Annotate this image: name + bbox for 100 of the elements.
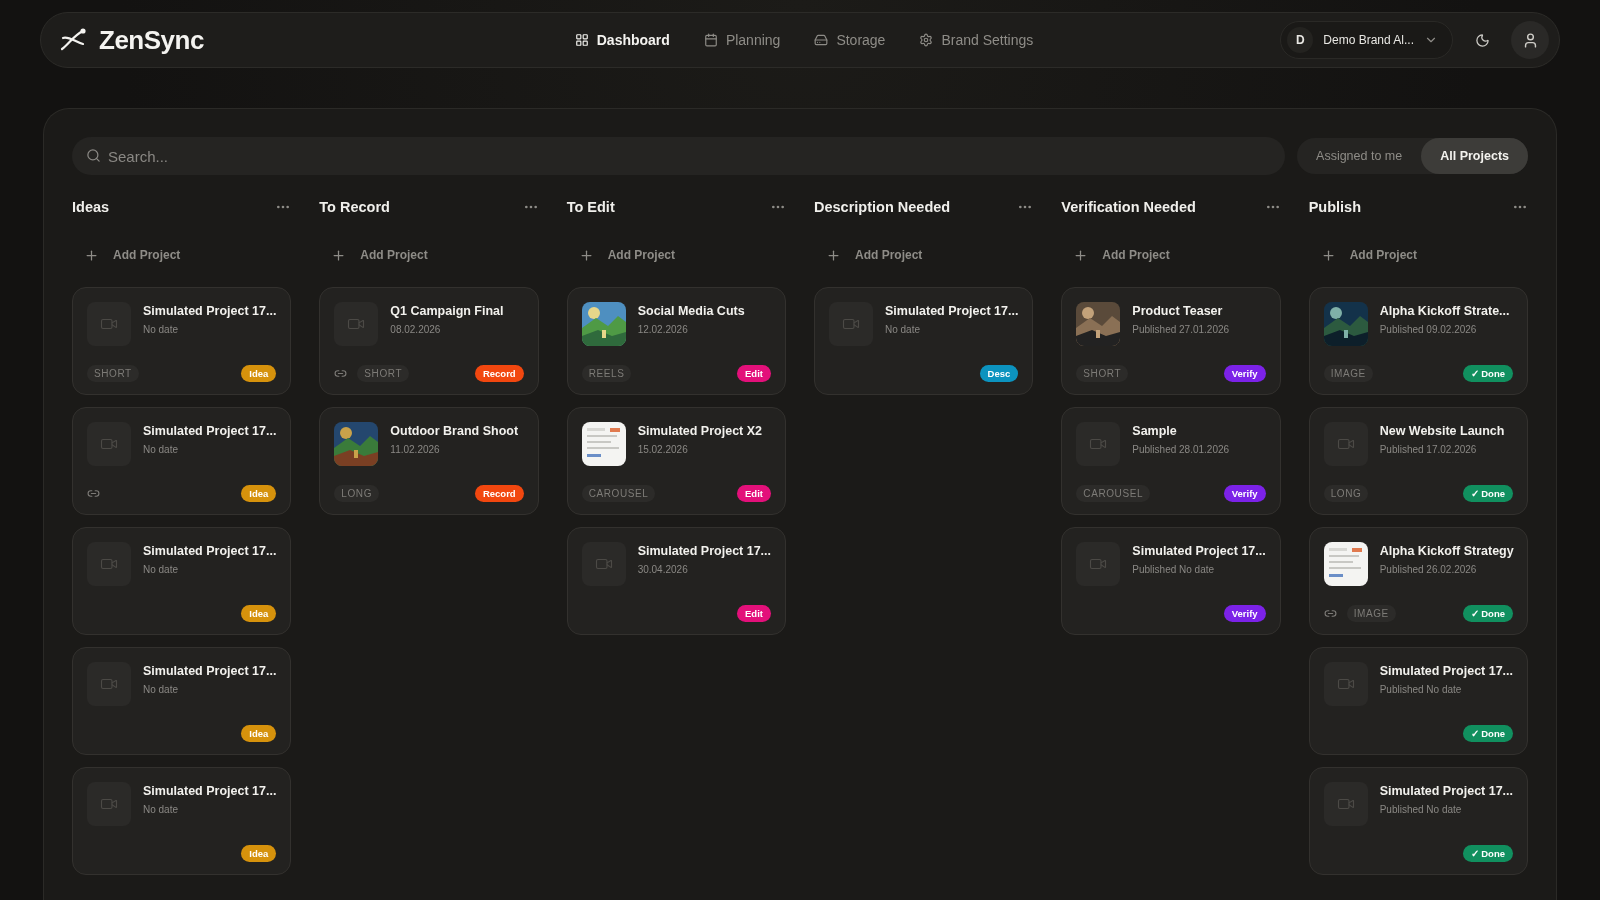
project-title: Sample <box>1132 424 1178 438</box>
status-badge: Idea <box>241 604 277 622</box>
project-card[interactable]: Sample Published 28.01.2026 CAROUSEL Verify <box>1061 407 1281 515</box>
project-date: Published 17.02.2026 <box>1379 444 1478 455</box>
project-card[interactable]: Product Teaser Published 27.01.2026 SHORT Verify <box>1061 287 1281 395</box>
drive-icon <box>814 33 829 47</box>
settings-icon <box>919 33 934 47</box>
project-date: 08.02.2026 <box>390 324 442 335</box>
project-card[interactable]: Simulated Project 17... No date Desc <box>814 287 1034 395</box>
project-title: Product Teaser <box>1132 304 1224 318</box>
add-project-button[interactable]: Add Project <box>319 235 440 275</box>
format-tag: SHORT <box>87 364 139 382</box>
format-tag: IMAGE <box>1346 604 1396 622</box>
project-date: No date <box>143 684 180 695</box>
status-badge: Verify <box>1223 484 1266 502</box>
plus-icon <box>84 247 99 263</box>
project-date: 30.04.2026 <box>637 564 689 575</box>
project-date: Published No date <box>1132 564 1216 575</box>
format-tag: LONG <box>334 484 380 502</box>
project-title: Alpha Kickoff Strategy <box>1379 544 1513 558</box>
project-title: Simulated Project 17... <box>143 544 277 558</box>
project-title: Simulated Project 17... <box>637 544 771 558</box>
format-tag: CAROUSEL <box>1076 484 1151 502</box>
logo-icon <box>59 28 87 52</box>
format-tag: LONG <box>1323 484 1369 502</box>
nav-tab[interactable]: Storage <box>814 32 886 48</box>
project-title: Simulated Project 17... <box>143 304 277 318</box>
status-badge: Record <box>474 484 524 502</box>
project-card[interactable]: Simulated Project 17... Published No date ✓ Done <box>1308 647 1528 755</box>
project-title: Simulated Project 17... <box>143 784 277 798</box>
nav-tab[interactable]: Planning <box>703 32 781 48</box>
project-card[interactable]: Social Media Cuts 12.02.2026 REELS Edit <box>566 287 786 395</box>
project-date: Published 26.02.2026 <box>1379 564 1478 575</box>
filter-button[interactable]: Assigned to me <box>1297 138 1422 174</box>
project-card[interactable]: Simulated Project 17... Published No date Verify <box>1061 527 1281 635</box>
project-card[interactable]: Alpha Kickoff Strategy Published 26.02.2026 IMAGE ✓ Done <box>1308 527 1528 635</box>
project-title: Simulated Project 17... <box>1132 544 1266 558</box>
add-project-button[interactable]: Add Project <box>72 235 193 275</box>
calendar-icon <box>703 33 718 47</box>
project-card[interactable]: New Website Launch Published 17.02.2026 LONG ✓ Done <box>1308 407 1528 515</box>
project-date: No date <box>143 564 180 575</box>
column-title: Verification Needed <box>1061 199 1196 215</box>
status-badge: ✓ Done <box>1462 724 1513 742</box>
project-card[interactable]: Outdoor Brand Shoot 11.02.2026 LONG Record <box>319 407 539 515</box>
format-tag: IMAGE <box>1323 364 1373 382</box>
project-date: 15.02.2026 <box>637 444 689 455</box>
project-card[interactable]: Simulated Project 17... No date Idea <box>72 527 292 635</box>
project-date: No date <box>143 324 180 335</box>
project-date: Published No date <box>1379 684 1463 695</box>
add-project-button[interactable]: Add Project <box>1308 235 1429 275</box>
project-date: Published No date <box>1379 804 1463 815</box>
project-title: Simulated Project 17... <box>1379 664 1513 678</box>
plus-icon <box>331 247 347 263</box>
profile-button[interactable] <box>1511 21 1549 59</box>
project-card[interactable]: Simulated Project 17... No date Idea <box>72 767 292 875</box>
moon-icon <box>1474 32 1490 48</box>
project-card[interactable]: Simulated Project 17... No date Idea <box>72 647 292 755</box>
add-project-button[interactable]: Add Project <box>1061 235 1182 275</box>
brand-avatar: D <box>1287 27 1314 53</box>
project-card[interactable]: Simulated Project 17... No date Idea <box>72 407 292 515</box>
project-title: Simulated Project 17... <box>885 304 1019 318</box>
format-tag: SHORT <box>1076 364 1129 382</box>
project-card[interactable]: Q1 Campaign Final 08.02.2026 SHORT Record <box>319 287 539 395</box>
project-date: 11.02.2026 <box>390 444 441 455</box>
format-tag: SHORT <box>357 364 410 382</box>
status-badge: Idea <box>241 484 277 502</box>
status-badge: Record <box>474 364 524 382</box>
add-project-button[interactable]: Add Project <box>814 235 935 275</box>
brand-select[interactable]: D Demo Brand Al... <box>1280 21 1453 59</box>
status-badge: Desc <box>979 364 1019 382</box>
status-badge: Edit <box>737 604 771 622</box>
project-date: No date <box>143 804 180 815</box>
column-title: To Edit <box>566 199 615 215</box>
column-title: Publish <box>1308 199 1362 215</box>
project-card[interactable]: Alpha Kickoff Strate... Published 09.02.2026 IMAGE ✓ Done <box>1308 287 1528 395</box>
project-card[interactable]: Simulated Project X2 15.02.2026 CAROUSEL Edit <box>566 407 786 515</box>
project-title: Simulated Project 17... <box>143 664 277 678</box>
project-title: Alpha Kickoff Strate... <box>1379 304 1510 318</box>
nav-tab[interactable]: Dashboard <box>574 32 670 48</box>
status-badge: ✓ Done <box>1462 844 1513 862</box>
app-name: ZenSync <box>99 24 204 56</box>
filter-button[interactable]: All Projects <box>1421 138 1528 174</box>
format-tag: REELS <box>581 364 632 382</box>
project-card[interactable]: Simulated Project 17... Published No date ✓ Done <box>1308 767 1528 875</box>
add-project-button[interactable]: Add Project <box>566 235 687 275</box>
project-title: Outdoor Brand Shoot <box>390 424 519 438</box>
status-badge: ✓ Done <box>1462 604 1513 622</box>
project-date: Published 09.02.2026 <box>1379 324 1478 335</box>
project-card[interactable]: Simulated Project 17... No date SHORT Idea <box>72 287 292 395</box>
nav-tab[interactable]: Brand Settings <box>919 32 1034 48</box>
status-badge: Idea <box>241 724 277 742</box>
plus-icon <box>1073 247 1089 263</box>
status-badge: Edit <box>737 484 771 502</box>
search-field[interactable]: Search... <box>72 137 1286 175</box>
project-title: Simulated Project X2 <box>637 424 762 438</box>
project-title: Simulated Project 17... <box>1379 784 1513 798</box>
project-card[interactable]: Simulated Project 17... 30.04.2026 Edit <box>566 527 786 635</box>
project-title: Simulated Project 17... <box>143 424 277 438</box>
grid-icon <box>574 33 589 47</box>
project-date: 12.02.2026 <box>637 324 689 335</box>
